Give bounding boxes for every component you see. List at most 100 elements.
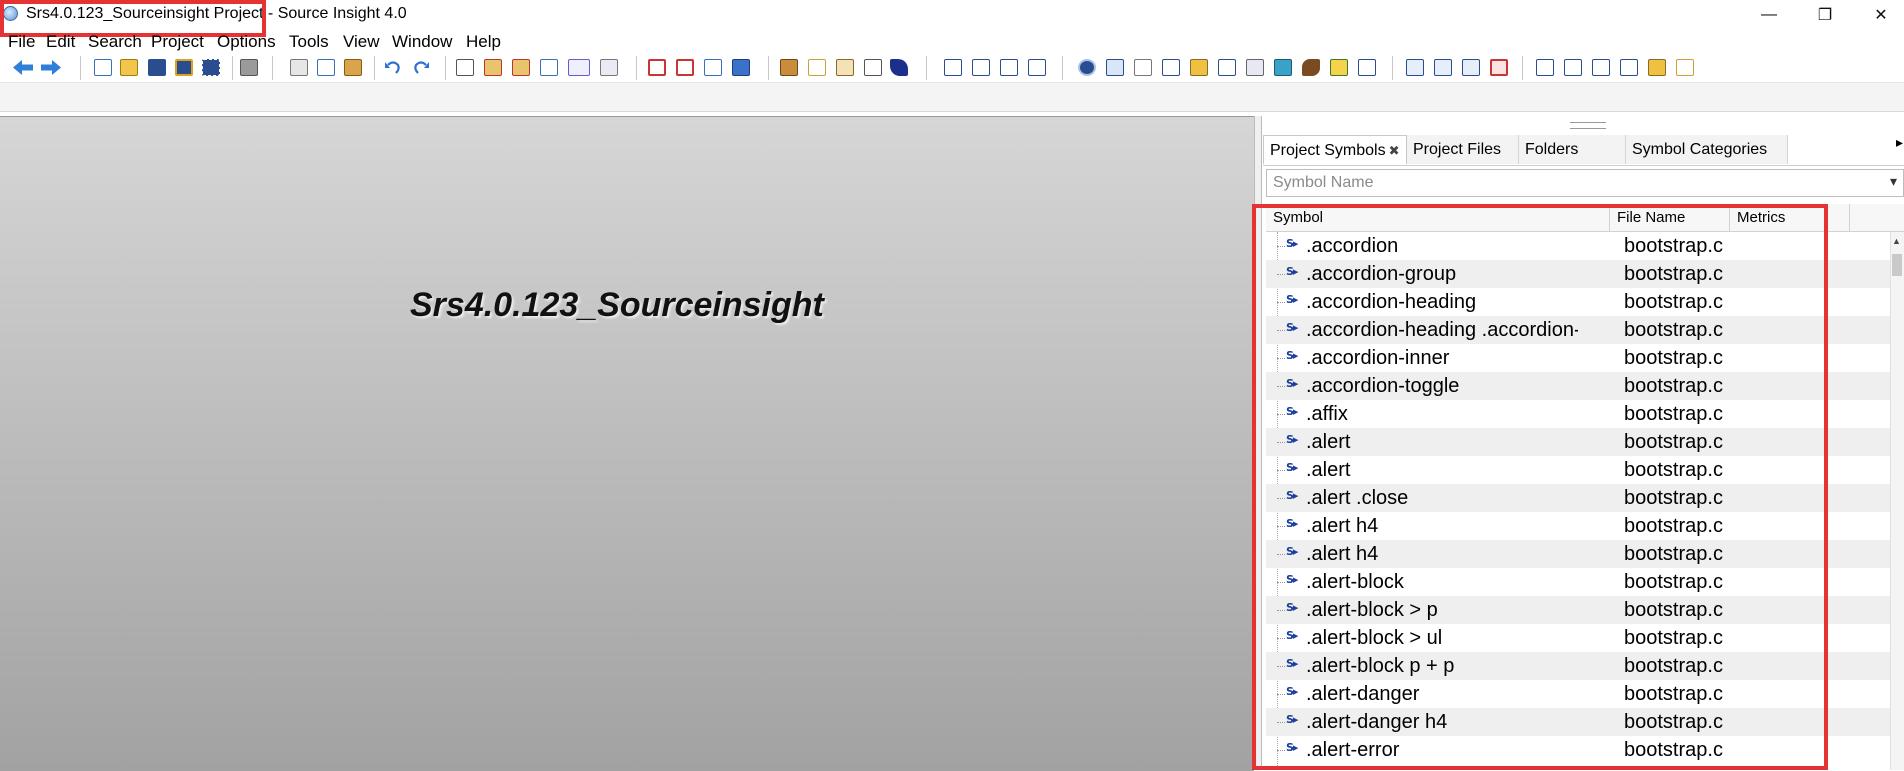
tab-symbol-categories[interactable]: Symbol Categories xyxy=(1626,135,1788,164)
list-item[interactable]: S▸ .accordion-heading .accordion-t bootstr… xyxy=(1266,316,1890,344)
paste-icon[interactable] xyxy=(344,59,362,76)
layout-4-icon[interactable] xyxy=(1028,59,1046,76)
project-window-icon[interactable] xyxy=(1078,59,1096,76)
list-item[interactable]: S▸ .alert-block p + p bootstrap.c xyxy=(1266,652,1890,680)
open-folder-icon[interactable] xyxy=(120,59,138,76)
menu-window[interactable]: Window xyxy=(392,32,452,52)
scroll-up-icon[interactable]: ▲ xyxy=(1892,236,1901,246)
b-box-icon[interactable] xyxy=(1564,59,1582,76)
globe-icon[interactable] xyxy=(1274,59,1292,76)
tree-icon[interactable] xyxy=(1330,59,1348,76)
expand-icon[interactable] xyxy=(1406,59,1424,76)
list-item[interactable]: S▸ .alert h4 bootstrap.c xyxy=(1266,512,1890,540)
scrollbar-thumb[interactable] xyxy=(1892,254,1902,276)
symbol-name-input[interactable] xyxy=(1266,169,1904,197)
outline-icon[interactable] xyxy=(1134,59,1152,76)
remove-line-icon[interactable] xyxy=(1462,59,1480,76)
close-icon[interactable]: ✖ xyxy=(1389,143,1400,158)
list-item[interactable]: S▸ .accordion bootstrap.c xyxy=(1266,232,1890,260)
list-item[interactable]: S▸ .alert-error bootstrap.c xyxy=(1266,736,1890,764)
list-item[interactable]: S▸ .alert-danger bootstrap.c xyxy=(1266,680,1890,708)
function-icon[interactable] xyxy=(864,59,882,76)
column-header-metrics[interactable]: Metrics xyxy=(1730,204,1850,231)
copy-icon[interactable] xyxy=(317,59,335,76)
a-box-icon[interactable] xyxy=(1536,59,1554,76)
jump-icon[interactable] xyxy=(704,59,722,76)
r-icon[interactable] xyxy=(890,59,908,76)
save-as-icon[interactable] xyxy=(175,59,193,76)
list-item[interactable]: S▸ .accordion-inner bootstrap.c xyxy=(1266,344,1890,372)
list-item[interactable]: S▸ .alert bootstrap.c xyxy=(1266,428,1890,456)
list-item[interactable]: S▸ .affix bootstrap.c xyxy=(1266,400,1890,428)
menu-project[interactable]: Project xyxy=(151,32,204,52)
redo-icon[interactable] xyxy=(412,59,430,76)
save-icon[interactable] xyxy=(148,59,166,76)
layout-2-icon[interactable] xyxy=(972,59,990,76)
replace-icon[interactable] xyxy=(568,59,590,76)
search-backward-icon[interactable] xyxy=(484,59,502,76)
browse-icon[interactable] xyxy=(1190,59,1208,76)
c-box-icon[interactable] xyxy=(1592,59,1610,76)
menu-tools[interactable]: Tools xyxy=(289,32,329,52)
panel-grip[interactable] xyxy=(1570,122,1606,129)
list-item[interactable]: S▸ .accordion-heading bootstrap.c xyxy=(1266,288,1890,316)
forward-arrow-icon[interactable] xyxy=(40,59,62,76)
column-header-file-name[interactable]: File Name xyxy=(1610,204,1730,231)
chevron-down-icon[interactable]: ▾ xyxy=(1890,173,1897,190)
menu-help[interactable]: Help xyxy=(466,32,501,52)
editor-area[interactable]: Srs4.0.123_Sourceinsight xyxy=(0,116,1254,771)
menu-search[interactable]: Search xyxy=(88,32,142,52)
bookmark-icon[interactable] xyxy=(648,59,666,76)
book-icon[interactable] xyxy=(836,59,854,76)
panel-splitter[interactable] xyxy=(1254,116,1262,770)
list-item[interactable]: S▸ .alert-danger h4 bootstrap.c xyxy=(1266,708,1890,736)
d-box-icon[interactable] xyxy=(1620,59,1638,76)
list-item[interactable]: S▸ .alert-block > ul bootstrap.c xyxy=(1266,624,1890,652)
list-item[interactable]: S▸ .accordion-group bootstrap.c xyxy=(1266,260,1890,288)
relation-window-icon[interactable] xyxy=(1106,59,1124,76)
tab-folders[interactable]: Folders xyxy=(1519,135,1626,164)
menu-options[interactable]: Options xyxy=(217,32,276,52)
cut-icon[interactable] xyxy=(290,59,308,76)
back-arrow-icon[interactable] xyxy=(12,59,34,76)
add-line-icon[interactable] xyxy=(1434,59,1452,76)
print-icon[interactable] xyxy=(240,59,258,76)
list-item[interactable]: S▸ .alert-block > p bootstrap.c xyxy=(1266,596,1890,624)
delete-icon[interactable] xyxy=(1490,59,1508,76)
tabs-overflow-icon[interactable]: ▸ xyxy=(1896,134,1903,151)
new-file-icon[interactable] xyxy=(94,59,112,76)
bird-icon[interactable] xyxy=(1302,59,1320,76)
layout-1-icon[interactable] xyxy=(944,59,962,76)
clip-window-icon[interactable] xyxy=(1162,59,1180,76)
tab-project-files[interactable]: Project Files xyxy=(1407,135,1519,164)
layout-3-icon[interactable] xyxy=(1000,59,1018,76)
close-button[interactable]: ✕ xyxy=(1858,0,1904,30)
snippet-icon[interactable] xyxy=(1218,59,1236,76)
search-forward-icon[interactable] xyxy=(512,59,530,76)
restore-button[interactable]: ❐ xyxy=(1802,0,1848,30)
go-to-icon[interactable] xyxy=(732,59,750,76)
save-all-icon[interactable] xyxy=(202,59,220,76)
list-item[interactable]: S▸ .alert h4 bootstrap.c xyxy=(1266,540,1890,568)
menu-file[interactable]: File xyxy=(8,32,35,52)
bookmark-next-icon[interactable] xyxy=(676,59,694,76)
minimize-button[interactable]: — xyxy=(1746,0,1792,30)
lookup-references-icon[interactable] xyxy=(600,59,618,76)
list-item[interactable]: S▸ .alert .close bootstrap.c xyxy=(1266,484,1890,512)
context-window-icon[interactable] xyxy=(808,59,826,76)
folder-box-icon[interactable] xyxy=(1648,59,1666,76)
image-box-icon[interactable] xyxy=(1676,59,1694,76)
menu-edit[interactable]: Edit xyxy=(46,32,75,52)
column-header-symbol[interactable]: Symbol xyxy=(1266,204,1610,231)
tab-project-symbols[interactable]: Project Symbols ✖ xyxy=(1263,135,1407,164)
find-icon[interactable] xyxy=(456,59,474,76)
grid-icon[interactable] xyxy=(1358,59,1376,76)
symbol-window-icon[interactable] xyxy=(780,59,798,76)
undo-icon[interactable] xyxy=(384,59,402,76)
list-item[interactable]: S▸ .accordion-toggle bootstrap.c xyxy=(1266,372,1890,400)
copy-window-icon[interactable] xyxy=(1246,59,1264,76)
list-item[interactable]: S▸ .alert-block bootstrap.c xyxy=(1266,568,1890,596)
list-item[interactable]: S▸ .alert bootstrap.c xyxy=(1266,456,1890,484)
search-files-icon[interactable] xyxy=(540,59,558,76)
vertical-scrollbar[interactable] xyxy=(1890,232,1904,770)
